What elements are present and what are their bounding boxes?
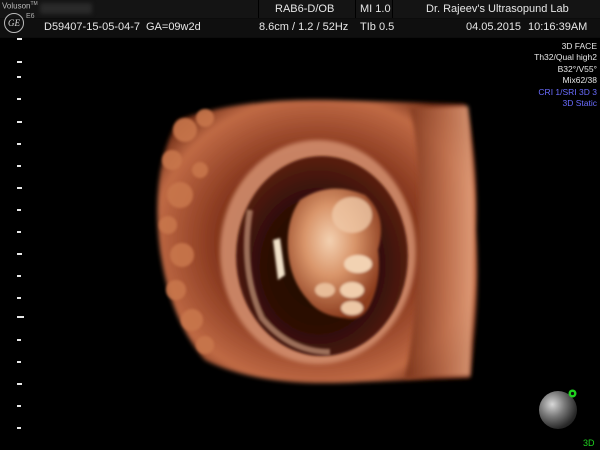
mode-badge: 3D bbox=[583, 438, 595, 448]
tib-value: TIb 0.5 bbox=[360, 21, 395, 33]
exam-date: 04.05.2015 bbox=[466, 21, 522, 33]
ge-logo-icon: GE bbox=[4, 13, 24, 33]
3d-fetal-render bbox=[157, 99, 478, 384]
orientation-marker-icon bbox=[568, 389, 577, 398]
param-line: B32°/V55° bbox=[557, 63, 597, 74]
brand-label: VolusonTM bbox=[2, 1, 38, 11]
param-line: Th32/Qual high2 bbox=[534, 52, 597, 63]
param-line: 3D FACE bbox=[561, 41, 597, 51]
imaging-settings: 8.6cm / 1.2 / 52Hz bbox=[259, 21, 349, 33]
param-line: 3D Static bbox=[562, 98, 598, 109]
exam-time: 10:16:39AM bbox=[528, 21, 588, 33]
header-bar: VolusonTM GE E6 D59407-15-05-04-7 GA=09w… bbox=[0, 0, 600, 38]
facility-name: Dr. Rajeev's Ultrasopund Lab bbox=[426, 3, 569, 15]
param-line: CRI 1/SRI 3D 3 bbox=[538, 86, 597, 97]
depth-scale bbox=[17, 0, 27, 450]
render-params-panel: 3D FACE Th32/Qual high2 B32°/V55° Mix62/… bbox=[534, 41, 597, 109]
mi-value: MI 1.0 bbox=[360, 3, 391, 15]
model-label: E6 bbox=[26, 13, 35, 20]
param-line: Mix62/38 bbox=[562, 75, 598, 86]
patient-id: D59407-15-05-04-7 bbox=[44, 21, 141, 33]
probe-label: RAB6-D/OB bbox=[275, 3, 335, 15]
patient-name-redacted bbox=[40, 3, 92, 14]
ultrasound-screen: VolusonTM GE E6 D59407-15-05-04-7 GA=09w… bbox=[0, 0, 600, 450]
gestational-age: GA=09w2d bbox=[146, 21, 201, 33]
